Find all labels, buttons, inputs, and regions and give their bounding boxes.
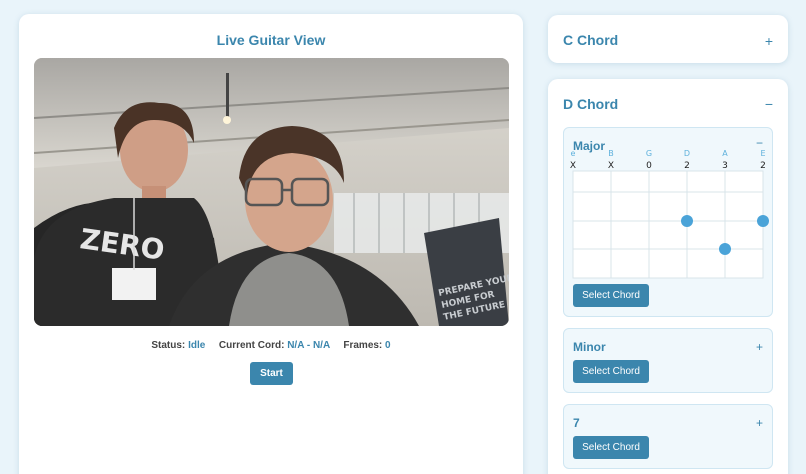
string-label: D: [684, 149, 690, 158]
d-chord-title[interactable]: D Chord: [563, 96, 618, 112]
chord-diagram: e B G D A E X X 0 2 3 2: [570, 149, 769, 279]
finger-dot: [719, 243, 731, 255]
status-label: Status:: [151, 340, 186, 351]
chord-variant-major: Major − e B G D A E X X 0 2 3 2 Select C…: [563, 127, 773, 317]
accordion-d-chord: D Chord − Major − e B G D A E X X 0 2 3 …: [548, 79, 788, 474]
string-label: A: [722, 149, 728, 158]
frames-label: Frames:: [343, 340, 383, 351]
fret-number: X: [608, 161, 614, 171]
fret-number: 2: [684, 161, 690, 171]
expand-icon[interactable]: +: [756, 416, 763, 430]
expand-icon[interactable]: +: [756, 340, 763, 354]
string-label: e: [571, 149, 576, 158]
chord-variant-minor: Minor + Select Chord: [563, 328, 773, 393]
finger-dot: [757, 215, 769, 227]
finger-dot: [681, 215, 693, 227]
fret-number: X: [570, 161, 576, 171]
live-guitar-panel: Live Guitar View PREPARE YOUR HOME FOR T…: [19, 14, 523, 474]
expand-icon[interactable]: +: [765, 33, 773, 49]
accordion-c-chord[interactable]: C Chord +: [548, 15, 788, 63]
string-label: E: [760, 149, 765, 158]
status-line: Status: Idle Current Cord: N/A - N/A Fra…: [19, 340, 523, 351]
camera-feed: PREPARE YOUR HOME FOR THE FUTURE ZERO: [34, 58, 509, 326]
status-value: Idle: [188, 340, 206, 351]
select-chord-button[interactable]: Select Chord: [573, 360, 649, 383]
live-view-title: Live Guitar View: [216, 32, 326, 48]
fret-number: 3: [722, 161, 728, 171]
start-button[interactable]: Start: [250, 362, 293, 385]
chord-variant-seventh: 7 + Select Chord: [563, 404, 773, 469]
string-label: G: [646, 149, 652, 158]
minor-title[interactable]: Minor: [573, 340, 606, 354]
current-chord-value: N/A - N/A: [287, 340, 330, 351]
fret-number: 2: [760, 161, 766, 171]
c-chord-title: C Chord: [563, 32, 619, 48]
string-label: B: [608, 149, 614, 158]
seventh-title[interactable]: 7: [573, 416, 580, 430]
collapse-icon[interactable]: −: [765, 96, 773, 112]
current-chord-label: Current Cord:: [218, 340, 285, 351]
select-chord-button[interactable]: Select Chord: [573, 436, 649, 459]
frames-value: 0: [385, 340, 391, 351]
fret-number: 0: [646, 161, 652, 171]
select-chord-button[interactable]: Select Chord: [573, 284, 649, 307]
